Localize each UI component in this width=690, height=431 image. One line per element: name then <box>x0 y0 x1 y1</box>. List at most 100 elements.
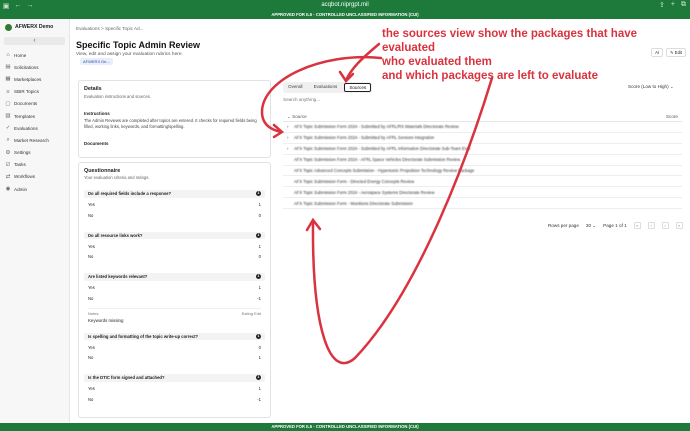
source-row[interactable]: AFX Topic Submission Form 2024 - AFRL Sp… <box>283 155 682 166</box>
file-icon: ▢ <box>5 100 11 107</box>
sidebar-item-label: Home <box>14 52 27 58</box>
source-name: AFX Topic Submission Form - Directed Ene… <box>294 178 415 184</box>
search-input[interactable]: Search anything... <box>283 97 320 102</box>
expand-row-icon[interactable]: › <box>287 146 291 151</box>
answer-option[interactable]: Yes 1 <box>84 384 265 395</box>
expand-row-icon[interactable]: › <box>287 124 291 129</box>
question-block: Do all resource links work? 1 Yes 1 No 0 <box>84 231 265 263</box>
sidebar-item-settings[interactable]: ⚙ Settings <box>0 147 69 159</box>
tab-overall[interactable]: Overall <box>284 83 307 92</box>
sort-select[interactable]: Score (Low to High) ⌄ <box>628 84 674 90</box>
answer-option[interactable]: Yes 1 <box>84 283 265 294</box>
question-block: Are listed keywords relevant? 1 Yes 1 No -1 No… <box>84 273 265 325</box>
answer-option[interactable]: No 1 <box>84 353 265 364</box>
details-card: Details Evaluation instructions and sour… <box>78 80 271 158</box>
source-column-header[interactable]: Source <box>292 114 307 119</box>
arrowhead-bottom <box>305 217 322 232</box>
score-column-header[interactable]: Score <box>666 114 678 119</box>
source-name: AFX Topic Submission Form 2024 - Submitt… <box>294 146 471 152</box>
prev-page-icon[interactable]: ‹ <box>647 222 655 229</box>
org-switcher[interactable]: AFWERX Demo <box>0 19 69 35</box>
answer-option[interactable]: No -1 <box>84 293 265 304</box>
expand-row-icon[interactable]: › <box>287 135 291 140</box>
browser-toolbar: ▣ ← → acqbot.niprgpt.mil ⇪ + ⧉ <box>0 0 690 11</box>
sidebar-item-label: Templates <box>14 113 35 119</box>
instructions-label: Instructions <box>84 111 110 116</box>
tabs-overview-icon[interactable]: ⧉ <box>681 1 686 9</box>
option-score: 0 <box>258 212 261 218</box>
sidebar-item-tasks[interactable]: ☑ Tasks <box>0 159 69 171</box>
answer-option[interactable]: Yes 1 <box>84 241 265 252</box>
list-icon: ≡ <box>6 88 10 95</box>
tab-sources[interactable]: Sources <box>344 83 372 92</box>
sidebar-item-market-research[interactable]: ⌕ Market Research <box>0 134 69 146</box>
source-row[interactable]: › AFX Topic Submission Form 2024 - Submit… <box>283 133 682 144</box>
question-title: Do all resource links work? 1 <box>84 231 265 239</box>
store-icon: ▦ <box>5 76 11 83</box>
sidebar-item-label: Market Research <box>14 137 49 143</box>
tab-evaluations[interactable]: Evaluations <box>310 83 342 92</box>
source-name: AFX Topic Advanced Concepts Submission -… <box>294 168 475 173</box>
question-count-badge: 1 <box>256 333 261 339</box>
collapse-sidebar-button[interactable]: ‹ <box>4 37 65 45</box>
annotation-line-1: the sources view show the packages that … <box>382 28 638 54</box>
page-title: Specific Topic Admin Review <box>76 40 201 50</box>
option-label: No <box>88 212 94 218</box>
last-page-icon[interactable]: » <box>675 222 683 229</box>
source-row[interactable]: › AFX Topic Submission Form 2024 - Submit… <box>283 144 682 155</box>
new-tab-icon[interactable]: + <box>671 1 675 9</box>
questionnaire-subtitle: Your evaluation criteria and ratings. <box>84 175 150 180</box>
page-subtitle: View, edit and assign your evaluation ru… <box>76 52 183 57</box>
breadcrumb[interactable]: Evaluations > Specific Topic Ad... <box>76 26 143 31</box>
view-tabs: Overall Evaluations Sources <box>283 82 373 93</box>
rows-per-page-select[interactable]: 30 ⌄ <box>586 223 596 229</box>
template-icon: ▧ <box>5 113 11 120</box>
sidebar-item-workflows[interactable]: ⇄ Workflows <box>0 171 69 183</box>
sidebar-item-label: Tasks <box>14 162 26 168</box>
first-page-icon[interactable]: « <box>633 222 641 229</box>
share-icon[interactable]: ⇪ <box>659 1 665 9</box>
option-label: Yes <box>88 344 95 350</box>
question-block: Do all required fields include a respons… <box>84 190 265 221</box>
source-row[interactable]: › AFX Topic Submission Form 2024 - Submit… <box>283 122 682 133</box>
sidebar-item-label: Settings <box>14 150 31 156</box>
arrow-to-sources-tab <box>344 42 381 82</box>
task-icon: ☑ <box>5 161 11 168</box>
answer-option[interactable]: No -1 <box>84 394 265 405</box>
question-text: Are listed keywords relevant? <box>88 274 148 280</box>
source-name: AFX Topic Submission Form 2024 - Aerospa… <box>294 189 435 195</box>
org-logo-icon <box>5 23 12 31</box>
sidebar-item-admin[interactable]: ◉ Admin <box>0 183 69 195</box>
question-block: Is the DTIC form signed and attached? 1 Ye… <box>84 374 265 405</box>
question-count-badge: 1 <box>256 274 261 280</box>
answer-option[interactable]: Yes 0 <box>84 342 265 353</box>
address-bar[interactable]: acqbot.niprgpt.mil <box>0 2 690 8</box>
rows-per-page-value: 30 <box>585 222 592 228</box>
source-row[interactable]: AFX Topic Advanced Concepts Submission -… <box>283 166 682 177</box>
sidebar-item-marketplaces[interactable]: ▦ Marketplaces <box>0 73 69 85</box>
answer-option[interactable]: No 0 <box>84 252 265 263</box>
question-count-badge: 1 <box>256 232 261 238</box>
questionnaire-card: Questionnaire Your evaluation criteria a… <box>78 162 271 418</box>
sidebar-item-label: Marketplaces <box>14 76 42 82</box>
source-row[interactable]: AFX Topic Submission Form 2024 - Aerospa… <box>283 187 682 199</box>
sidebar-item-home[interactable]: ⌂ Home <box>0 49 69 61</box>
details-subtitle: Evaluation instructions and sources. <box>84 94 152 99</box>
source-row[interactable]: AFX Topic Submission Form - Directed Ene… <box>283 176 682 188</box>
answer-option[interactable]: No 0 <box>84 210 265 221</box>
admin-icon: ◉ <box>5 186 11 193</box>
question-text: Is spelling and formatting of the topic … <box>88 333 199 339</box>
option-label: Yes <box>88 285 95 291</box>
sidebar-item-label: Solicitations <box>14 64 39 70</box>
next-page-icon[interactable]: › <box>661 222 669 229</box>
sidebar-item-solicitations[interactable]: ▤ Solicitations <box>0 61 69 73</box>
sidebar-item-evaluations[interactable]: ✓ Evaluations <box>0 122 69 134</box>
sidebar-item-documents[interactable]: ▢ Documents <box>0 98 69 110</box>
sidebar-item-templates[interactable]: ▧ Templates <box>0 110 69 122</box>
source-row[interactable]: AFX Topic Submission Form - Munitions Di… <box>283 198 682 210</box>
question-block: Is spelling and formatting of the topic … <box>84 332 265 364</box>
option-score: 1 <box>258 355 261 361</box>
sidebar-item-sbir-topics[interactable]: ≡ SBIR Topics <box>0 86 69 98</box>
answer-option[interactable]: Yes 1 <box>84 200 265 211</box>
sort-label: Score (Low to High) <box>628 84 669 89</box>
